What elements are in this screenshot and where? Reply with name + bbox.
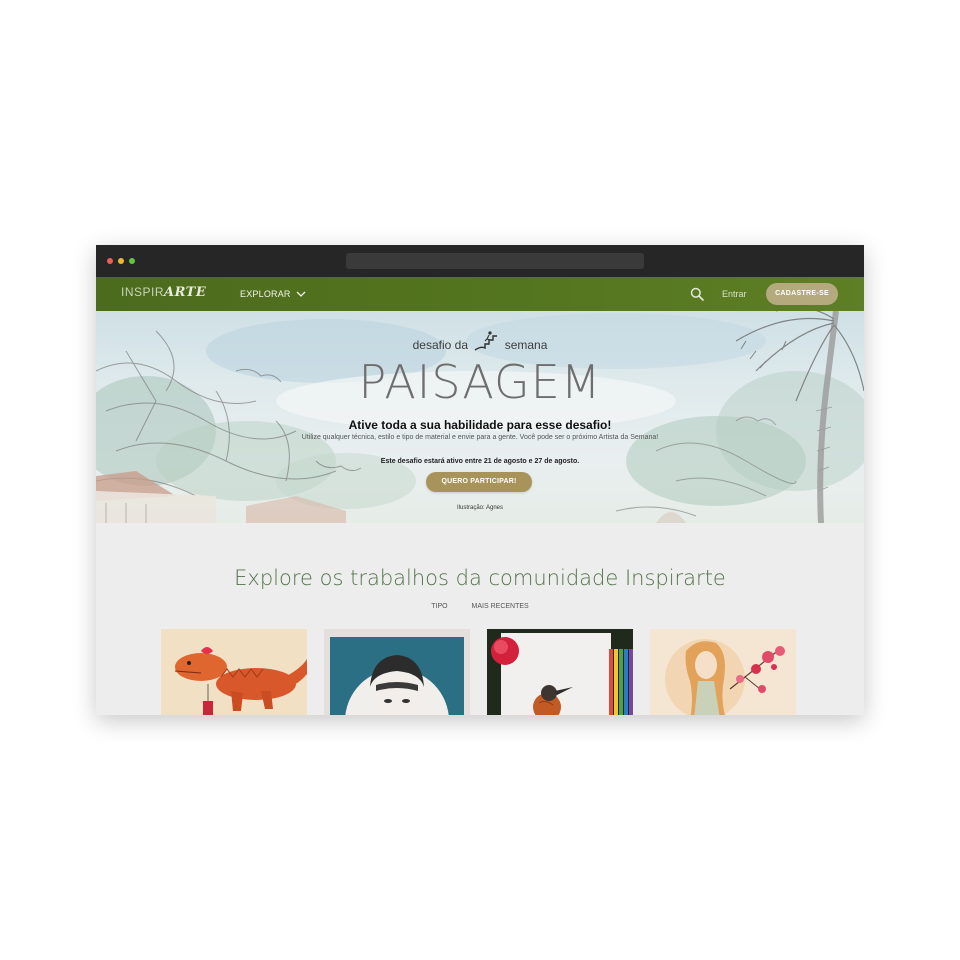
artwork-card-portrait[interactable] — [324, 629, 470, 715]
artwork-gallery — [161, 629, 801, 715]
participate-button[interactable]: QUERO PARTICIPAR! — [426, 472, 532, 492]
stairs-icon — [474, 331, 498, 351]
explorar-label: EXPLORAR — [240, 289, 291, 299]
site-navbar: INSPIRARTE EXPLORAR Entrar CADASTRE-SE — [96, 277, 864, 311]
browser-chrome — [96, 245, 864, 277]
gallery-filters: TIPO MAIS RECENTES — [96, 603, 864, 610]
artwork-dinosaur-image — [161, 629, 307, 715]
illustration-credit: Ilustração: Agnes — [456, 505, 504, 511]
explorar-menu[interactable]: EXPLORAR — [240, 289, 306, 299]
challenge-title: PAISAGEM — [358, 355, 602, 409]
weekly-challenge-banner: desafio da semana PAISAGEM Ative toda a … — [96, 311, 864, 523]
maximize-window-dot[interactable] — [129, 258, 135, 264]
artwork-bird-image — [487, 629, 633, 715]
challenge-dates: Este desafio estará ativo entre 21 de ag… — [380, 458, 580, 465]
chevron-down-icon — [296, 291, 306, 297]
logo-prefix: INSPIR — [121, 285, 165, 299]
badge-left-text: desafio da — [412, 338, 468, 352]
signup-button[interactable]: CADASTRE-SE — [766, 283, 838, 305]
challenge-description: Utilize qualquer técnica, estilo e tipo … — [301, 434, 659, 441]
close-window-dot[interactable] — [107, 258, 113, 264]
artwork-card-dinosaur[interactable] — [161, 629, 307, 715]
site-logo[interactable]: INSPIRARTE — [121, 285, 206, 300]
filter-tipo[interactable]: TIPO — [431, 603, 447, 610]
challenge-badge: desafio da semana — [96, 330, 864, 352]
minimize-window-dot[interactable] — [118, 258, 124, 264]
address-bar[interactable] — [346, 253, 644, 269]
filter-mais-recentes[interactable]: MAIS RECENTES — [472, 603, 529, 610]
artwork-portrait-image — [324, 629, 470, 715]
browser-window: INSPIRARTE EXPLORAR Entrar CADASTRE-SE d… — [96, 245, 864, 715]
login-link[interactable]: Entrar — [722, 289, 747, 299]
challenge-subtitle: Ative toda a sua habilidade para esse de… — [348, 418, 612, 432]
badge-right-text: semana — [504, 338, 548, 352]
community-section-title: Explore os trabalhos da comunidade Inspi… — [234, 566, 726, 590]
artwork-card-woman-flowers[interactable] — [650, 629, 796, 715]
artwork-card-bird[interactable] — [487, 629, 633, 715]
artwork-woman-flowers-image — [650, 629, 796, 715]
search-icon[interactable] — [690, 287, 704, 301]
logo-suffix: ARTE — [164, 285, 207, 300]
